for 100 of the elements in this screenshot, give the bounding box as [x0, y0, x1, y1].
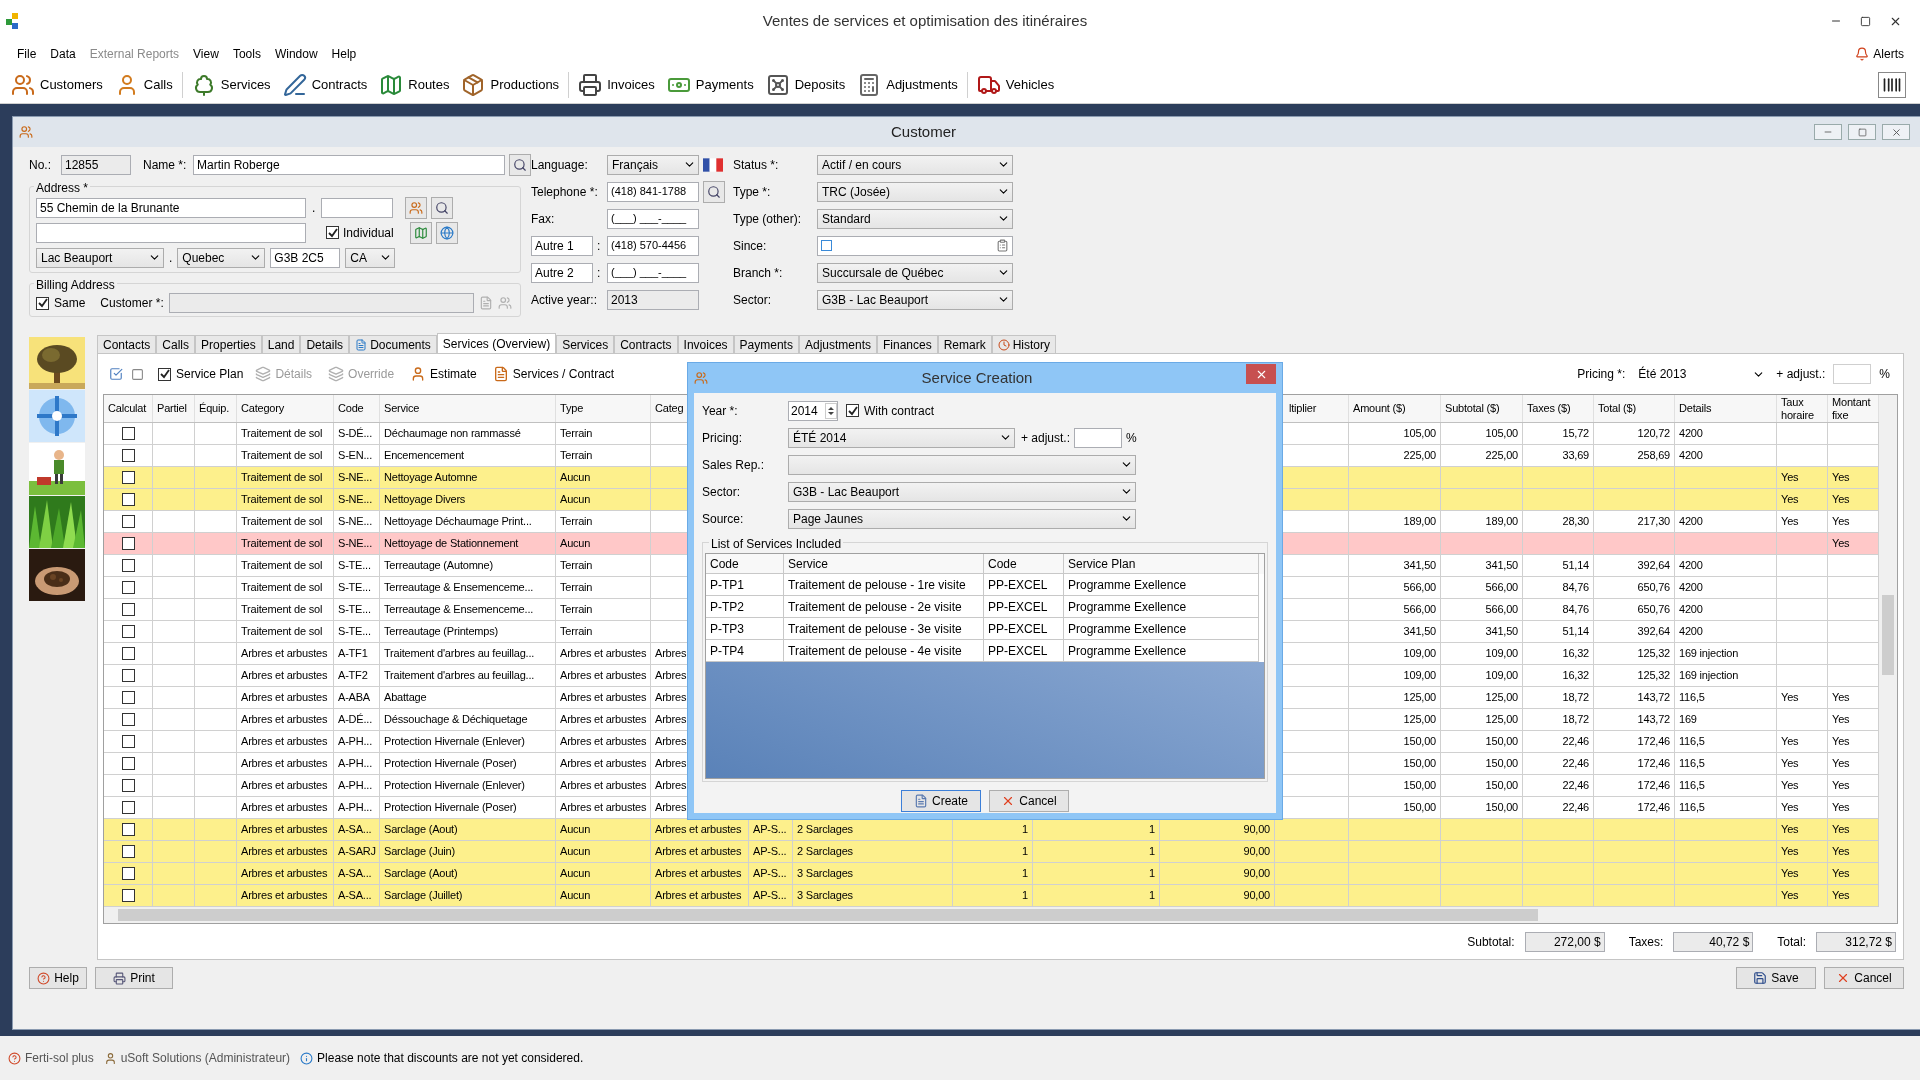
- table-cell-text: 225,00: [1403, 448, 1436, 464]
- field-label: + adjust.:: [1021, 429, 1071, 447]
- table-cell-text: 566,00: [1485, 602, 1518, 618]
- table-cell-text: 172,46: [1637, 778, 1670, 794]
- table-cell-text: A-PH...: [338, 756, 373, 772]
- table-cell-text: Traitement d'arbres au feuillag...: [384, 668, 535, 684]
- table-cell-text: A-SA...: [338, 822, 372, 838]
- table-cell-text: Arbres: [655, 646, 687, 662]
- table-cell-text: Arbres: [655, 668, 687, 684]
- field-label: Type (other):: [733, 210, 803, 228]
- table-cell-text: 169: [1679, 712, 1697, 728]
- field-label: Subtotal:: [1467, 933, 1515, 951]
- table-cell-text: 566,00: [1485, 580, 1518, 596]
- table-cell-text: 90,00: [1243, 888, 1270, 904]
- table-cell-text: 225,00: [1485, 448, 1518, 464]
- table-cell-text: Sarclage (Aout): [384, 822, 458, 838]
- table-cell-text: Yes: [1832, 800, 1850, 816]
- table-cell-text: 150,00: [1403, 778, 1436, 794]
- table-cell-text: 1: [1149, 822, 1155, 838]
- table-cell-text: 22,46: [1562, 778, 1589, 794]
- table-cell-text: Arbres et arbustes: [241, 866, 328, 882]
- table-cell-text: 90,00: [1243, 844, 1270, 860]
- table-cell-text: Yes: [1781, 866, 1799, 882]
- table-cell-text: 341,50: [1403, 624, 1436, 640]
- table-cell-text: 1: [1022, 822, 1028, 838]
- table-cell-text: 189,00: [1485, 514, 1518, 530]
- table-cell-text: Arbres et arbustes: [241, 888, 328, 904]
- field-label: Same: [54, 295, 86, 312]
- table-cell-text: Terreautage (Automne): [384, 558, 493, 574]
- table-cell-text: Nettoyage de Stationnement: [384, 536, 519, 552]
- table-cell-text: P-TP2: [710, 598, 744, 616]
- table-cell-text: 2 Sarclages: [797, 844, 853, 860]
- table-cell-text: 125,32: [1637, 646, 1670, 662]
- table-cell-text: Terrain: [560, 514, 593, 530]
- table-cell-text: Traitement de sol: [241, 470, 323, 486]
- table-cell-text: 172,46: [1637, 800, 1670, 816]
- table-cell-text: Yes: [1781, 756, 1799, 772]
- table-cell-text: P-TP4: [710, 642, 744, 660]
- table-cell-text: Déssouchage & Déchiquetage: [384, 712, 528, 728]
- table-cell-text: A-SA...: [338, 888, 372, 904]
- table-cell-text: 143,72: [1637, 712, 1670, 728]
- table-cell-text: 3 Sarclages: [797, 866, 853, 882]
- field-label: Type *:: [733, 183, 772, 201]
- table-cell-text: Traitement de sol: [241, 426, 323, 442]
- table-cell-text: Traitement de sol: [241, 448, 323, 464]
- table-cell-text: 650,76: [1637, 602, 1670, 618]
- table-cell-text: Yes: [1781, 492, 1799, 508]
- table-cell-text: 341,50: [1485, 624, 1518, 640]
- table-cell-text: 116,5: [1679, 756, 1705, 772]
- table-cell-text: Yes: [1832, 712, 1850, 728]
- table-cell-text: Aucun: [560, 888, 591, 904]
- table-cell-text: Traitement de sol: [241, 558, 323, 574]
- table-cell-text: 22,46: [1562, 756, 1589, 772]
- field-label: Customer *:: [100, 295, 164, 312]
- table-cell-text: PP-EXCEL: [988, 642, 1048, 660]
- table-cell-text: Yes: [1781, 470, 1799, 486]
- table-cell-text: 22,46: [1562, 734, 1589, 750]
- table-cell-text: 109,00: [1403, 646, 1436, 662]
- table-cell-text: S-TE...: [338, 602, 371, 618]
- table-cell-text: 341,50: [1403, 558, 1436, 574]
- table-cell-text: S-NE...: [338, 536, 373, 552]
- field-label: Pricing *:: [1577, 366, 1626, 383]
- table-cell-text: 150,00: [1485, 778, 1518, 794]
- table-cell-text: 51,14: [1562, 624, 1589, 640]
- table-cell-text: 22,46: [1562, 800, 1589, 816]
- table-cell-text: Yes: [1781, 844, 1799, 860]
- table-cell-text: 125,00: [1403, 690, 1436, 706]
- table-cell-text: 125,00: [1403, 712, 1436, 728]
- table-cell-text: Traitement de pelouse - 1re visite: [788, 576, 966, 594]
- table-cell-text: Aucun: [560, 844, 591, 860]
- table-cell-text: Traitement de sol: [241, 624, 323, 640]
- table-cell-text: Sarclage (Juillet): [384, 888, 463, 904]
- table-cell-text: 105,00: [1403, 426, 1436, 442]
- table-cell-text: S-NE...: [338, 470, 373, 486]
- table-cell-text: Arbres: [655, 756, 687, 772]
- table-cell-text: Yes: [1781, 822, 1799, 838]
- table-cell-text: 217,30: [1637, 514, 1670, 530]
- table-cell-text: 51,14: [1562, 558, 1589, 574]
- table-cell-text: Terrain: [560, 580, 593, 596]
- table-cell-text: Arbres et arbustes: [241, 756, 328, 772]
- field-label: Taxes:: [1628, 933, 1664, 951]
- table-cell-text: Yes: [1832, 756, 1850, 772]
- table-cell-text: Programme Exellence: [1068, 620, 1187, 638]
- table-cell-text: Aucun: [560, 492, 591, 508]
- table-cell-text: 650,76: [1637, 580, 1670, 596]
- table-cell-text: 169 injection: [1679, 668, 1739, 684]
- table-cell-text: 1: [1022, 844, 1028, 860]
- table-cell-text: 341,50: [1485, 558, 1518, 574]
- table-cell-text: Aucun: [560, 822, 591, 838]
- table-cell-text: PP-EXCEL: [988, 576, 1048, 594]
- table-cell-text: Sarclage (Aout): [384, 866, 458, 882]
- table-cell-text: Yes: [1781, 734, 1799, 750]
- separator-text: .: [169, 249, 173, 267]
- table-cell-text: 150,00: [1485, 800, 1518, 816]
- table-cell-text: Protection Hivernale (Poser): [384, 756, 517, 772]
- table-cell-text: 172,46: [1637, 756, 1670, 772]
- table-cell-text: Arbres et arbustes: [241, 822, 328, 838]
- table-cell-text: Arbres et arbustes: [655, 844, 742, 860]
- field-label: Service Plan: [176, 366, 244, 383]
- table-cell-text: Yes: [1832, 888, 1850, 904]
